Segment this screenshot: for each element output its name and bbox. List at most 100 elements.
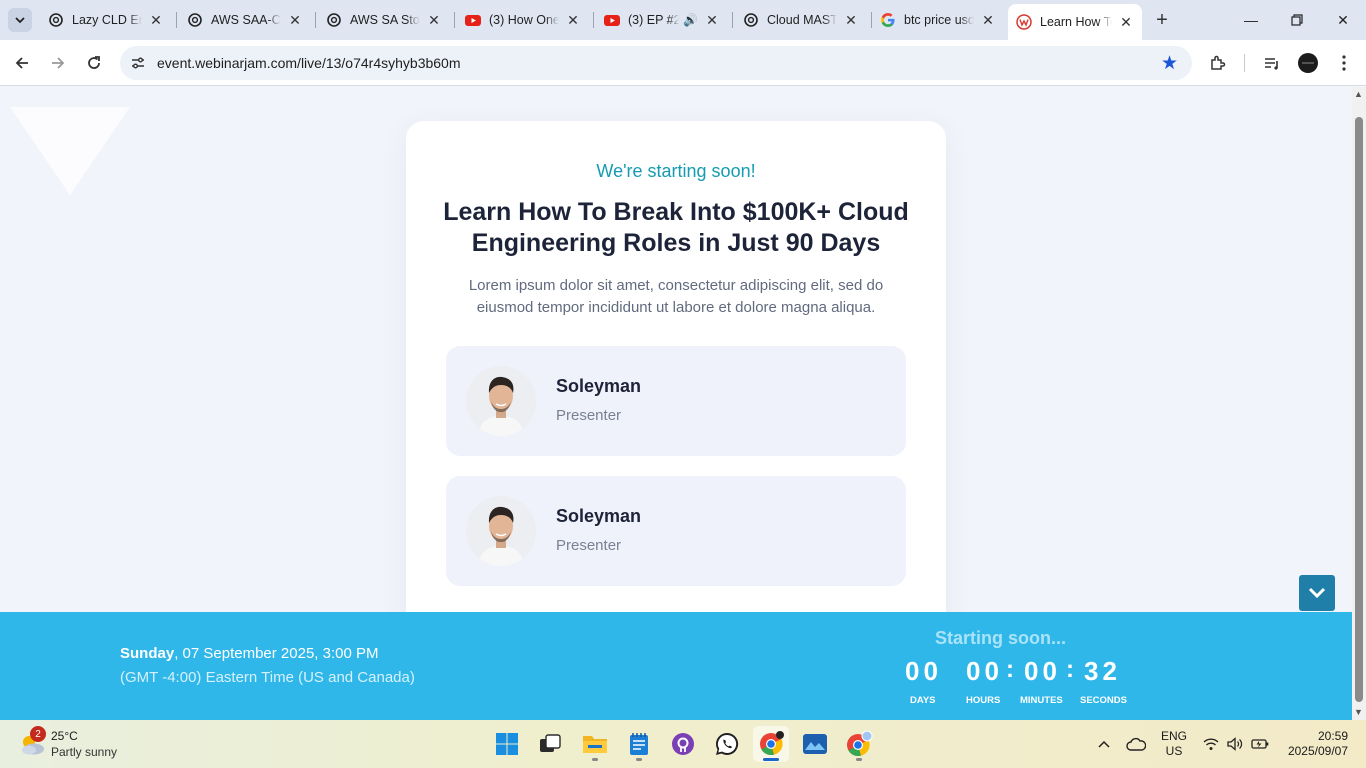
tab-lazy-cld[interactable]: Lazy CLD Engineers ✕: [40, 6, 172, 34]
avatar: [1298, 53, 1318, 73]
tab-title: AWS SAA-C03: [211, 13, 281, 27]
running-indicator: [763, 758, 779, 761]
chevron-up-icon: [1098, 740, 1110, 748]
onedrive-button[interactable]: [1124, 720, 1148, 768]
reload-button[interactable]: [80, 49, 108, 77]
close-tab-icon[interactable]: ✕: [704, 12, 720, 28]
countdown-seconds: 32: [1084, 656, 1121, 686]
webinarjam-icon: [1016, 14, 1032, 30]
windows-taskbar: 2 25°C Partly sunny ENG US 20:59 2025/09…: [0, 720, 1366, 768]
countdown-days-label: DAYS: [910, 695, 936, 706]
folder-icon: [583, 736, 607, 753]
event-weekday: Sunday: [120, 645, 175, 662]
photos-button[interactable]: [797, 726, 833, 762]
collapse-bar-button[interactable]: [1299, 575, 1335, 611]
scroll-up-icon[interactable]: ▲: [1354, 89, 1363, 99]
running-indicator: [592, 758, 598, 761]
countdown-minutes-label: MINUTES: [1020, 695, 1063, 706]
file-explorer-button[interactable]: [577, 726, 613, 762]
browser-menu-button[interactable]: [1330, 49, 1358, 77]
tab-cloud-master[interactable]: Cloud MASTER ✕: [735, 6, 867, 34]
event-date: Sunday, 07 September 2025, 3:00 PM: [120, 645, 378, 662]
task-view-button[interactable]: [532, 726, 568, 762]
close-tab-icon[interactable]: ✕: [565, 12, 581, 28]
chrome-taskbar-button[interactable]: [753, 726, 789, 762]
wifi-icon: [1203, 738, 1219, 750]
start-button[interactable]: [489, 726, 525, 762]
scroll-down-icon[interactable]: ▼: [1354, 707, 1363, 717]
speaker-icon[interactable]: 🔊: [683, 13, 698, 27]
weather-badge: 2: [30, 726, 46, 742]
notepad-button[interactable]: [621, 726, 657, 762]
scrollbar-thumb[interactable]: [1355, 117, 1363, 702]
minimize-button[interactable]: —: [1228, 0, 1274, 40]
weather-description[interactable]: Partly sunny: [51, 745, 117, 759]
new-tab-button[interactable]: +: [1150, 8, 1174, 32]
extensions-button[interactable]: [1204, 49, 1232, 77]
presenter-card: Soleyman Presenter: [446, 476, 906, 586]
tab-divider: [732, 12, 733, 28]
media-queue-icon: [1265, 58, 1278, 70]
media-control-button[interactable]: [1258, 49, 1286, 77]
site-info-icon[interactable]: [129, 54, 147, 72]
close-tab-icon[interactable]: ✕: [980, 12, 996, 28]
show-hidden-icons-button[interactable]: [1094, 720, 1114, 768]
battery-button[interactable]: [1248, 720, 1272, 768]
tab-title: Lazy CLD Engineers: [72, 13, 142, 27]
tab-title: Learn How To: [1040, 15, 1112, 29]
github-icon: [672, 733, 694, 755]
lang-region: US: [1165, 744, 1183, 758]
input-language-button[interactable]: ENG US: [1158, 729, 1190, 759]
countdown-hours: 00: [966, 656, 1003, 686]
whatsapp-icon: [716, 732, 739, 755]
address-bar[interactable]: event.webinarjam.com/live/13/o74r4syhyb3…: [120, 46, 1192, 80]
tab-youtube-how-one[interactable]: (3) How One ✕: [457, 6, 589, 34]
countdown-bar: Sunday, 07 September 2025, 3:00 PM (GMT …: [0, 612, 1352, 720]
arrow-left-icon: [15, 57, 28, 69]
battery-charging-icon: [1251, 739, 1269, 749]
bookmark-star-icon[interactable]: ★: [1161, 52, 1178, 75]
volume-button[interactable]: [1224, 720, 1246, 768]
chrome-profile-icon: [847, 730, 873, 757]
github-desktop-button[interactable]: [665, 726, 701, 762]
close-tab-icon[interactable]: ✕: [426, 12, 442, 28]
close-window-button[interactable]: ✕: [1320, 0, 1366, 40]
restore-icon: [1291, 14, 1303, 26]
tab-aws-sa-stories[interactable]: AWS SA Stories ✕: [318, 6, 450, 34]
whatsapp-button[interactable]: [709, 726, 745, 762]
close-tab-icon[interactable]: ✕: [1118, 14, 1134, 30]
tab-learn-how-to[interactable]: Learn How To ✕: [1008, 4, 1142, 40]
back-button[interactable]: [8, 49, 36, 77]
clock-time: 20:59: [1317, 729, 1348, 743]
profile-button[interactable]: [1294, 49, 1322, 77]
chrome-profile-button[interactable]: [841, 726, 877, 762]
reload-icon: [88, 56, 100, 69]
close-tab-icon[interactable]: ✕: [287, 12, 303, 28]
tab-divider: [593, 12, 594, 28]
running-indicator: [636, 758, 642, 761]
tab-btc-price[interactable]: btc price usd ✕: [872, 6, 1004, 34]
weather-temperature[interactable]: 25°C: [51, 729, 78, 743]
tab-youtube-ep2[interactable]: (3) EP #2 🔊 ✕: [596, 6, 728, 34]
wifi-button[interactable]: [1200, 720, 1222, 768]
running-indicator: [856, 758, 862, 761]
windows-icon: [496, 733, 518, 755]
event-title: Learn How To Break Into $100K+ Cloud Eng…: [443, 198, 909, 257]
page-scrollbar[interactable]: ▲ ▼: [1352, 87, 1366, 720]
tab-search-button[interactable]: [8, 8, 32, 32]
openai-icon: [326, 12, 342, 28]
task-view-icon: [540, 734, 561, 752]
arrow-right-icon: [52, 57, 65, 69]
youtube-icon: [465, 12, 481, 28]
forward-button[interactable]: [44, 49, 72, 77]
photos-icon: [803, 734, 827, 754]
tab-aws-saa[interactable]: AWS SAA-C03 ✕: [179, 6, 311, 34]
close-tab-icon[interactable]: ✕: [843, 12, 859, 28]
close-tab-icon[interactable]: ✕: [148, 12, 164, 28]
notepad-icon: [630, 733, 648, 755]
system-clock[interactable]: 20:59 2025/09/07: [1280, 729, 1348, 759]
restore-button[interactable]: [1274, 0, 1320, 40]
event-status: We're starting soon!: [596, 161, 756, 181]
speaker-icon: [1227, 737, 1243, 751]
lang-code: ENG: [1160, 729, 1187, 743]
